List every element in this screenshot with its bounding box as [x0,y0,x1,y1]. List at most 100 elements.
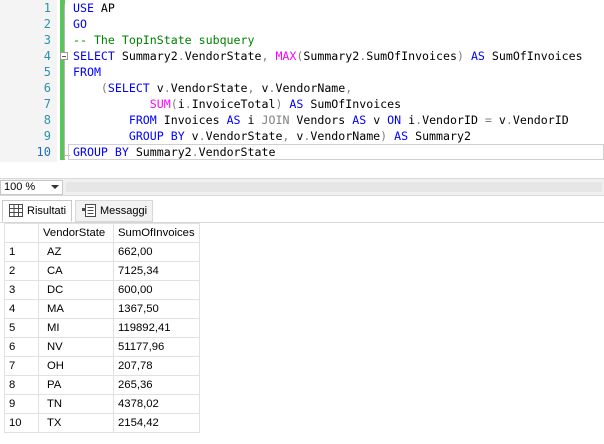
table-row[interactable]: 9 TN 4378,02 [4,394,200,414]
code-token: SumOfInvoices [484,49,583,63]
code-line[interactable]: USE AP [73,0,115,16]
code-token: VendorState [184,49,262,63]
grid-icon [9,204,23,217]
table-row[interactable]: 10 TX 2154,42 [4,413,200,433]
cell-vendorstate[interactable]: MI [38,318,114,338]
code-token: v [491,113,506,127]
code-token: SUM [149,97,171,111]
code-line[interactable]: FROM [73,64,101,80]
table-row[interactable]: 6 NV 51177,96 [4,337,200,357]
code-token: Vendors [289,113,353,127]
tab-results[interactable]: Risultati [2,200,72,222]
code-token: GROUP BY [73,145,129,159]
code-token: AS [470,49,485,63]
cell-sumofinvoices[interactable]: 1367,50 [113,299,200,319]
cell-sumofinvoices[interactable]: 662,00 [113,242,200,262]
cell-sumofinvoices[interactable]: 207,78 [113,356,200,376]
table-row[interactable]: 3 DC 600,00 [4,280,200,300]
cell-sumofinvoices[interactable]: 119892,41 [113,318,200,338]
row-number[interactable]: 6 [4,337,39,357]
zoom-dropdown[interactable]: 100 % [0,180,63,195]
code-token: VendorState [205,129,283,143]
table-row[interactable]: 4 MA 1367,50 [4,299,200,319]
code-token: VendorState [198,145,276,159]
code-token: USE [73,1,94,15]
code-token: ( [100,81,108,95]
row-number[interactable]: 1 [4,242,39,262]
cell-sumofinvoices[interactable]: 2154,42 [113,413,200,433]
table-row[interactable]: 1 AZ 662,00 [4,242,200,262]
cell-vendorstate[interactable]: TN [38,394,114,414]
code-line[interactable]: GROUP BY v.VendorState, v.VendorName) AS… [73,128,471,144]
code-token: MAX [275,49,297,63]
cell-vendorstate[interactable]: NV [38,337,114,357]
cell-vendorstate[interactable]: DC [38,280,114,300]
tab-messages[interactable]: Messaggi [75,200,153,222]
results-grid[interactable]: VendorState SumOfInvoices 1 AZ 662,00 2 CA 71… [4,223,200,433]
cell-sumofinvoices[interactable]: 7125,34 [113,261,200,281]
table-row[interactable]: 7 OH 207,78 [4,356,200,376]
code-token: SumOfInvoices [366,49,457,63]
row-number[interactable]: 7 [4,356,39,376]
cell-sumofinvoices[interactable]: 600,00 [113,280,200,300]
row-number[interactable]: 10 [4,413,39,433]
code-token: AS [394,129,409,143]
code-token: , [345,81,353,95]
code-token: . [505,113,513,127]
code-line[interactable]: FROM Invoices AS i JOIN Vendors AS v ON … [73,112,569,128]
results-tab-strip: Risultati Messaggi [0,196,604,223]
select-all-corner[interactable] [4,223,39,243]
horizontal-scrollbar[interactable] [66,182,602,192]
cell-vendorstate[interactable]: MA [38,299,114,319]
code-token: GO [73,17,87,31]
cell-vendorstate[interactable]: AZ [38,242,114,262]
code-line[interactable]: -- The TopInState subquery [73,32,254,48]
cell-vendorstate[interactable]: TX [38,413,114,433]
code-token: VendorState [170,81,248,95]
code-token: i [401,113,416,127]
table-row[interactable]: 8 PA 265,36 [4,375,200,395]
code-line[interactable]: (SELECT v.VendorState, v.VendorName, [73,80,352,96]
table-row[interactable]: 2 CA 7125,34 [4,261,200,281]
code-line[interactable]: GROUP BY Summary2.VendorState [73,144,275,160]
code-token: VendorID [422,113,485,127]
code-line[interactable]: SUM(i.InvoiceTotal) AS SumOfInvoices [73,96,401,112]
row-number[interactable]: 8 [4,375,39,395]
code-line[interactable]: GO [73,16,87,32]
code-token: . [177,49,185,63]
line-number: 4 [43,49,51,63]
row-number[interactable]: 9 [4,394,39,414]
column-header-vendorstate[interactable]: VendorState [38,223,114,243]
grid-header-row: VendorState SumOfInvoices [4,223,200,243]
cell-sumofinvoices[interactable]: 51177,96 [113,337,200,357]
cell-vendorstate[interactable]: PA [38,375,114,395]
line-number: 6 [43,81,51,95]
outline-fold-line [64,4,65,159]
line-number: 1 [43,1,51,15]
cell-vendorstate[interactable]: OH [38,356,114,376]
line-number: 9 [43,129,51,143]
query-editor[interactable]: 1 2 3 4 5 6 7 8 9 10 USE AP GO -- The TopInState su… [0,0,604,178]
column-header-sumofinvoices[interactable]: SumOfInvoices [113,223,200,243]
code-token: Invoices [156,113,227,127]
code-token: FROM [128,113,157,127]
table-row[interactable]: 5 MI 119892,41 [4,318,200,338]
row-number[interactable]: 2 [4,261,39,281]
cell-sumofinvoices[interactable]: 4378,02 [113,394,200,414]
row-number[interactable]: 5 [4,318,39,338]
row-number[interactable]: 4 [4,299,39,319]
code-token: SELECT [107,81,150,95]
zoom-value: 100 % [4,181,36,193]
collapse-toggle-icon[interactable] [60,52,68,60]
code-token: SELECT [73,49,115,63]
chevron-down-icon[interactable] [51,185,59,189]
cell-sumofinvoices[interactable]: 265,36 [113,375,200,395]
row-number[interactable]: 3 [4,280,39,300]
code-token: VendorName [275,81,346,95]
code-token: GROUP BY [128,129,185,143]
code-line[interactable]: SELECT Summary2.VendorState, MAX(Summary… [73,48,583,64]
code-token: v [149,81,164,95]
cell-vendorstate[interactable]: CA [38,261,114,281]
